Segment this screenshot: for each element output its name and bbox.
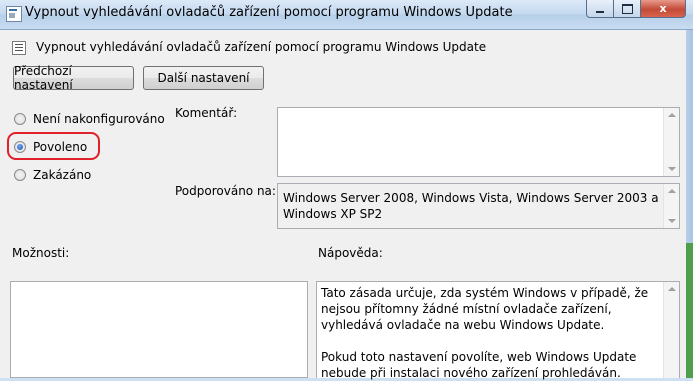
policy-dialog: Vypnout vyhledávání ovladačů zařízení po… bbox=[0, 30, 693, 381]
radio-disabled[interactable]: Zakázáno bbox=[14, 168, 91, 182]
radio-not-configured[interactable]: Není nakonfigurováno bbox=[14, 112, 165, 126]
options-panel bbox=[10, 281, 308, 378]
comment-scrollbar[interactable] bbox=[663, 108, 679, 176]
enabled-highlight-annotation bbox=[7, 132, 100, 160]
minimize-icon bbox=[596, 10, 604, 13]
radio-label-disabled: Zakázáno bbox=[33, 168, 92, 182]
radio-label-not-configured: Není nakonfigurováno bbox=[33, 112, 165, 126]
radio-button-not-configured[interactable] bbox=[14, 113, 26, 125]
comment-label: Komentář: bbox=[175, 106, 238, 120]
scroll-down-icon[interactable] bbox=[668, 219, 676, 223]
options-label: Možnosti: bbox=[12, 246, 70, 260]
next-setting-button[interactable]: Další nastavení bbox=[143, 66, 264, 90]
setting-icon bbox=[12, 41, 26, 55]
comment-field[interactable] bbox=[277, 107, 680, 177]
previous-setting-button[interactable]: Předchozí nastavení bbox=[13, 64, 134, 92]
policy-icon bbox=[6, 6, 22, 22]
title-bar[interactable]: Vypnout vyhledávání ovladačů zařízení po… bbox=[0, 0, 693, 30]
maximize-button[interactable] bbox=[613, 0, 641, 18]
supported-scrollbar[interactable] bbox=[663, 184, 679, 228]
scroll-up-icon[interactable] bbox=[668, 113, 676, 117]
supported-on-value: Windows Server 2008, Windows Vista, Wind… bbox=[283, 191, 659, 221]
help-label: Nápověda: bbox=[318, 246, 383, 260]
maximize-icon bbox=[621, 3, 633, 14]
setting-title: Vypnout vyhledávání ovladačů zařízení po… bbox=[36, 40, 487, 54]
help-panel: Tato zásada určuje, zda systém Windows v… bbox=[316, 281, 680, 381]
scroll-up-icon[interactable] bbox=[668, 287, 676, 291]
scroll-down-icon[interactable] bbox=[668, 167, 676, 171]
radio-button-disabled[interactable] bbox=[14, 169, 26, 181]
close-icon: x bbox=[659, 2, 667, 15]
window-title: Vypnout vyhledávání ovladačů zařízení po… bbox=[25, 5, 513, 20]
close-button[interactable]: x bbox=[640, 0, 686, 18]
help-text: Tato zásada určuje, zda systém Windows v… bbox=[317, 282, 679, 381]
background-scrollbar bbox=[686, 243, 693, 378]
help-paragraph: Tato zásada určuje, zda systém Windows v… bbox=[321, 286, 649, 332]
help-scrollbar[interactable] bbox=[663, 282, 679, 378]
minimize-button[interactable] bbox=[586, 0, 614, 18]
scroll-up-icon[interactable] bbox=[668, 189, 676, 193]
help-paragraph: Pokud toto nastavení povolíte, web Windo… bbox=[321, 350, 637, 380]
supported-on-field: Windows Server 2008, Windows Vista, Wind… bbox=[277, 183, 680, 229]
supported-on-label: Podporováno na: bbox=[175, 184, 276, 198]
